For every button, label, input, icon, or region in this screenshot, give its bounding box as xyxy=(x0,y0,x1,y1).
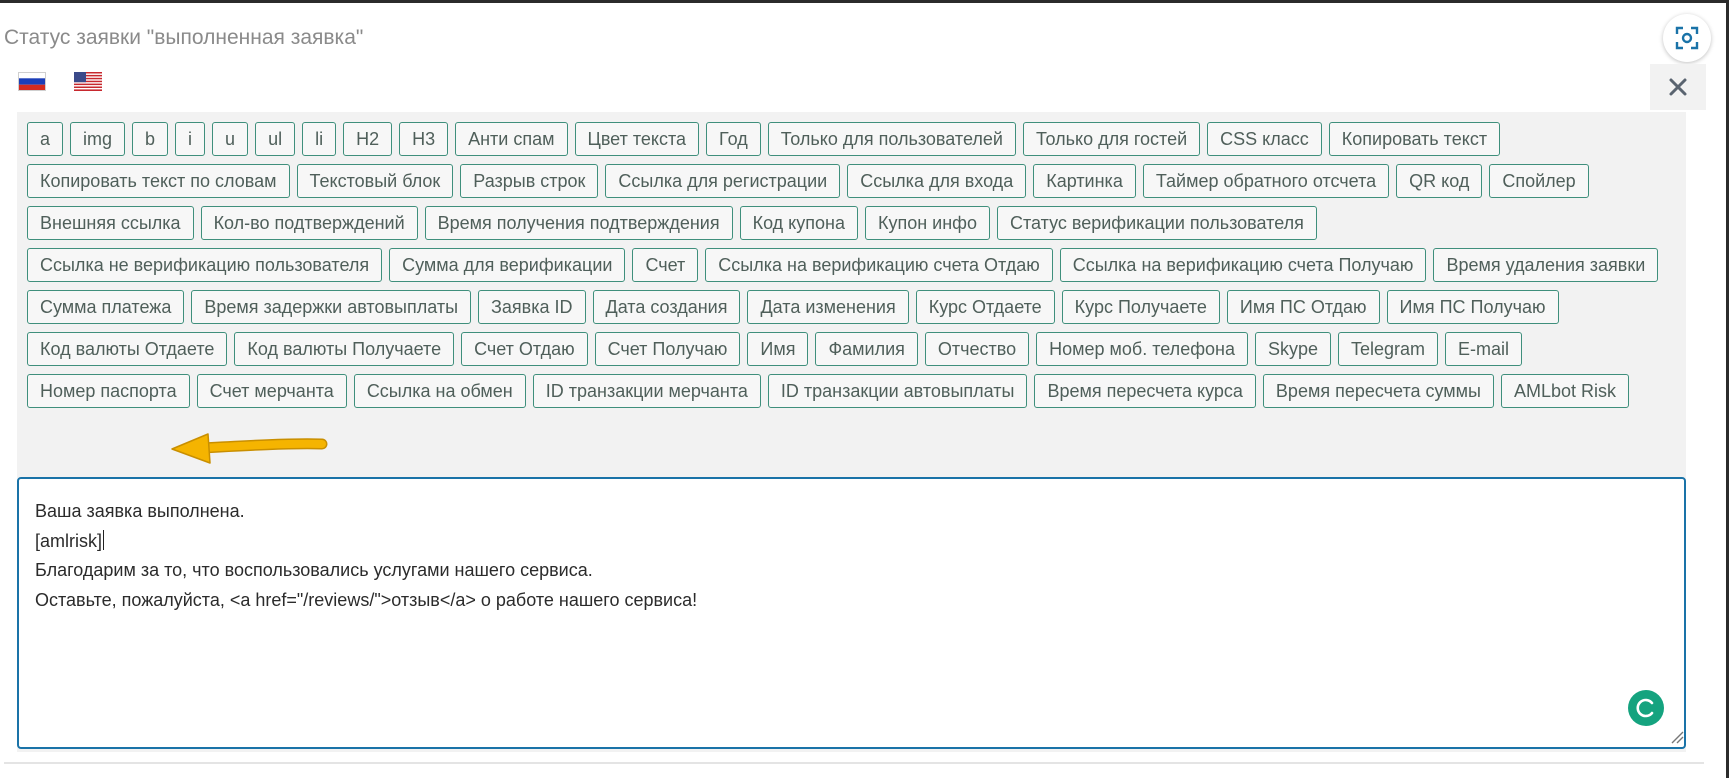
shortcode-button[interactable]: Сумма для верификации xyxy=(389,248,626,282)
flag-ru-icon xyxy=(18,72,46,91)
shortcode-button[interactable]: Время пересчета суммы xyxy=(1262,374,1494,408)
screenshot-focus-icon xyxy=(1675,26,1699,50)
text-caret xyxy=(103,529,104,550)
shortcode-button[interactable]: Telegram xyxy=(1338,332,1439,366)
language-tabs xyxy=(4,64,1704,106)
shortcode-button[interactable]: Код валюты Отдаете xyxy=(27,332,228,366)
section-title: Статус заявки "выполненная заявка" xyxy=(4,26,364,49)
shortcode-button[interactable]: Спойлер xyxy=(1489,164,1589,198)
shortcode-button[interactable]: Купон инфо xyxy=(864,206,990,240)
shortcode-button[interactable]: Ссылка не верификацию пользователя xyxy=(27,248,383,282)
shortcode-button[interactable]: Дата создания xyxy=(592,290,741,324)
editor-line: Оставьте, пожалуйста, <a href="/reviews/… xyxy=(35,589,698,610)
grammar-assistant-button[interactable] xyxy=(1628,690,1664,726)
shortcode-button[interactable]: u xyxy=(212,122,249,156)
shortcode-button[interactable]: Счет xyxy=(632,248,699,282)
shortcode-button[interactable]: AMLbot Risk xyxy=(1500,374,1630,408)
shortcode-button[interactable]: Счет мерчанта xyxy=(196,374,347,408)
shortcode-button[interactable]: Ссылка для регистрации xyxy=(605,164,841,198)
shortcode-button[interactable]: Фамилия xyxy=(815,332,918,366)
resize-handle-icon[interactable] xyxy=(1670,730,1684,744)
shortcode-button[interactable]: H3 xyxy=(399,122,449,156)
lang-tab-en[interactable] xyxy=(74,72,102,91)
shortcode-toolbar: a img b i u ul li H2 H3 Анти спам Цвет текста Год То… xyxy=(27,122,1677,408)
shortcode-button[interactable]: Имя ПС Получаю xyxy=(1386,290,1559,324)
shortcode-button[interactable]: Внешняя ссылка xyxy=(27,206,194,240)
shortcode-button[interactable]: Ссылка на обмен xyxy=(353,374,526,408)
shortcode-button[interactable]: QR код xyxy=(1396,164,1483,198)
screenshot-focus-button[interactable] xyxy=(1663,14,1711,62)
shortcode-button[interactable]: img xyxy=(70,122,126,156)
shortcode-button[interactable]: ul xyxy=(255,122,296,156)
shortcode-button[interactable]: Номер паспорта xyxy=(27,374,190,408)
shortcode-button[interactable]: Имя ПС Отдаю xyxy=(1226,290,1380,324)
flag-us-icon xyxy=(74,72,102,91)
lang-tab-ru[interactable] xyxy=(18,72,46,91)
shortcode-button[interactable]: a xyxy=(27,122,64,156)
shortcode-button[interactable]: Счет Получаю xyxy=(594,332,741,366)
shortcode-button[interactable]: Время задержки автовыплаты xyxy=(191,290,472,324)
shortcode-button[interactable]: Кол-во подтверждений xyxy=(200,206,418,240)
shortcode-button[interactable]: Заявка ID xyxy=(478,290,586,324)
message-editor[interactable]: Ваша заявка выполнена. [amlrisk] Благода… xyxy=(17,477,1686,749)
shortcode-button[interactable]: Дата изменения xyxy=(747,290,909,324)
shortcode-button[interactable]: Ссылка на верификацию счета Отдаю xyxy=(705,248,1053,282)
shortcode-button[interactable]: Ссылка на верификацию счета Получаю xyxy=(1059,248,1427,282)
shortcode-button[interactable]: Цвет текста xyxy=(574,122,700,156)
shortcode-button[interactable]: Картинка xyxy=(1033,164,1136,198)
editor-line: [amlrisk] xyxy=(35,530,102,551)
window-frame-top xyxy=(0,0,1729,3)
shortcode-button[interactable]: Текстовый блок xyxy=(296,164,454,198)
shortcode-button[interactable]: ID транзакции мерчанта xyxy=(532,374,761,408)
shortcode-button[interactable]: Отчество xyxy=(924,332,1030,366)
shortcode-button[interactable]: Статус верификации пользователя xyxy=(996,206,1317,240)
shortcode-button[interactable]: b xyxy=(132,122,169,156)
shortcode-button[interactable]: Курс Отдаете xyxy=(915,290,1055,324)
grammar-assistant-icon xyxy=(1636,698,1654,718)
shortcode-button[interactable]: li xyxy=(302,122,337,156)
shortcode-button[interactable]: Код купона xyxy=(739,206,858,240)
shortcode-button[interactable]: Время пересчета курса xyxy=(1034,374,1256,408)
close-icon xyxy=(1669,78,1687,96)
shortcode-button[interactable]: Разрыв строк xyxy=(460,164,599,198)
editor-line: Благодарим за то, что воспользовались ус… xyxy=(35,560,593,580)
shortcode-button[interactable]: Номер моб. телефона xyxy=(1036,332,1248,366)
shortcode-button[interactable]: Время удаления заявки xyxy=(1433,248,1659,282)
shortcode-button[interactable]: E-mail xyxy=(1445,332,1523,366)
shortcode-button[interactable]: Копировать текст по словам xyxy=(27,164,290,198)
shortcode-button[interactable]: ID транзакции автовыплаты xyxy=(767,374,1028,408)
shortcode-button[interactable]: Skype xyxy=(1254,332,1332,366)
close-button[interactable] xyxy=(1650,64,1706,110)
editor-line: Ваша заявка выполнена. xyxy=(35,501,245,521)
shortcode-button[interactable]: Только для пользователей xyxy=(767,122,1016,156)
arrow-annotation-icon xyxy=(171,433,328,464)
shortcode-button[interactable]: CSS класс xyxy=(1207,122,1322,156)
shortcode-button[interactable]: Копировать текст xyxy=(1328,122,1501,156)
shortcode-button[interactable]: Счет Отдаю xyxy=(461,332,588,366)
shortcode-button[interactable]: i xyxy=(175,122,206,156)
section-divider xyxy=(4,762,1704,764)
shortcode-button[interactable]: Курс Получаете xyxy=(1061,290,1220,324)
shortcode-button[interactable]: Только для гостей xyxy=(1022,122,1201,156)
shortcode-button[interactable]: Сумма платежа xyxy=(27,290,185,324)
shortcode-button[interactable]: Анти спам xyxy=(455,122,568,156)
shortcode-button[interactable]: Год xyxy=(706,122,761,156)
editor-line-with-caret: [amlrisk] xyxy=(35,527,1668,557)
shortcode-button[interactable]: Код валюты Получаете xyxy=(234,332,455,366)
shortcode-button[interactable]: Ссылка для входа xyxy=(847,164,1027,198)
shortcode-button[interactable]: Таймер обратного отсчета xyxy=(1142,164,1390,198)
shortcode-button[interactable]: Время получения подтверждения xyxy=(424,206,733,240)
shortcode-button[interactable]: H2 xyxy=(343,122,393,156)
shortcode-button[interactable]: Имя xyxy=(747,332,809,366)
